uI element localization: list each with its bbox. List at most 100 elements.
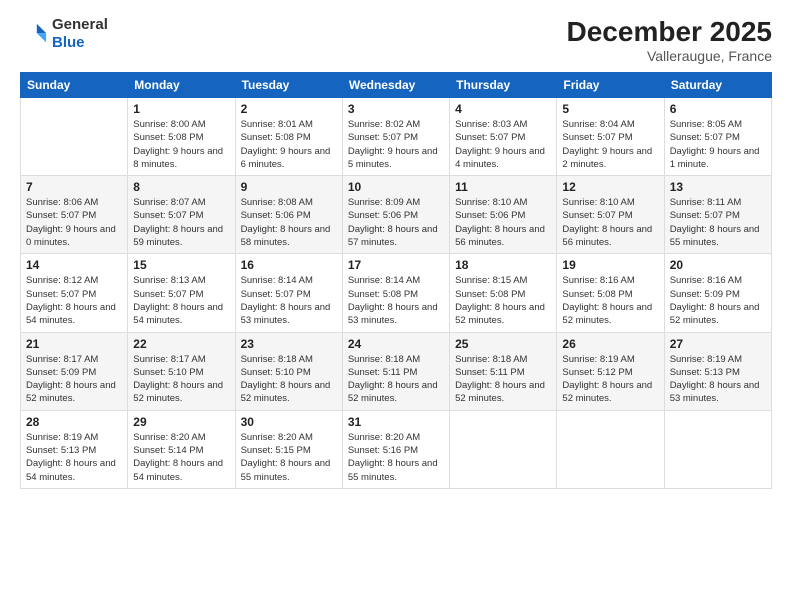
day-number: 28 [26,415,122,429]
day-number: 22 [133,337,229,351]
day-info: Sunrise: 8:18 AM Sunset: 5:11 PM Dayligh… [348,353,444,406]
weekday-header: Friday [557,73,664,98]
day-number: 23 [241,337,337,351]
day-number: 5 [562,102,658,116]
weekday-header: Sunday [21,73,128,98]
day-info: Sunrise: 8:17 AM Sunset: 5:09 PM Dayligh… [26,353,122,406]
calendar-cell: 11 Sunrise: 8:10 AM Sunset: 5:06 PM Dayli… [450,176,557,254]
page: General Blue December 2025 Valleraugue, … [0,0,792,612]
day-number: 29 [133,415,229,429]
day-number: 25 [455,337,551,351]
day-number: 17 [348,258,444,272]
calendar-week-row: 7 Sunrise: 8:06 AM Sunset: 5:07 PM Daylig… [21,176,772,254]
day-number: 15 [133,258,229,272]
day-number: 26 [562,337,658,351]
calendar-cell: 3 Sunrise: 8:02 AM Sunset: 5:07 PM Daylig… [342,98,449,176]
day-number: 4 [455,102,551,116]
calendar-cell: 30 Sunrise: 8:20 AM Sunset: 5:15 PM Dayli… [235,410,342,488]
calendar-cell: 10 Sunrise: 8:09 AM Sunset: 5:06 PM Dayli… [342,176,449,254]
calendar-cell: 24Sunrise: 8:18 AM Sunset: 5:11 PM Dayli… [342,332,449,410]
logo-icon [20,20,48,48]
header: General Blue December 2025 Valleraugue, … [20,16,772,64]
day-number: 10 [348,180,444,194]
day-info: Sunrise: 8:17 AM Sunset: 5:10 PM Dayligh… [133,353,229,406]
calendar-cell: 17Sunrise: 8:14 AM Sunset: 5:08 PM Dayli… [342,254,449,332]
day-number: 7 [26,180,122,194]
day-info: Sunrise: 8:20 AM Sunset: 5:14 PM Dayligh… [133,431,229,484]
calendar-cell: 26Sunrise: 8:19 AM Sunset: 5:12 PM Dayli… [557,332,664,410]
day-number: 20 [670,258,766,272]
calendar-week-row: 14 Sunrise: 8:12 AM Sunset: 5:07 PM Dayli… [21,254,772,332]
day-info: Sunrise: 8:11 AM Sunset: 5:07 PM Dayligh… [670,196,766,249]
day-number: 12 [562,180,658,194]
day-info: Sunrise: 8:18 AM Sunset: 5:10 PM Dayligh… [241,353,337,406]
day-info: Sunrise: 8:08 AM Sunset: 5:06 PM Dayligh… [241,196,337,249]
weekday-header: Wednesday [342,73,449,98]
day-info: Sunrise: 8:10 AM Sunset: 5:06 PM Dayligh… [455,196,551,249]
calendar-cell: 8Sunrise: 8:07 AM Sunset: 5:07 PM Daylig… [128,176,235,254]
weekday-header: Monday [128,73,235,98]
day-info: Sunrise: 8:20 AM Sunset: 5:15 PM Dayligh… [241,431,337,484]
day-info: Sunrise: 8:04 AM Sunset: 5:07 PM Dayligh… [562,118,658,171]
calendar-header-row: SundayMondayTuesdayWednesdayThursdayFrid… [21,73,772,98]
calendar-cell: 28 Sunrise: 8:19 AM Sunset: 5:13 PM Dayli… [21,410,128,488]
calendar-cell [450,410,557,488]
logo: General Blue [20,16,108,52]
calendar-cell [557,410,664,488]
day-number: 8 [133,180,229,194]
day-number: 13 [670,180,766,194]
calendar-cell: 20 Sunrise: 8:16 AM Sunset: 5:09 PM Dayli… [664,254,771,332]
day-number: 6 [670,102,766,116]
calendar-cell: 25 Sunrise: 8:18 AM Sunset: 5:11 PM Dayli… [450,332,557,410]
day-info: Sunrise: 8:00 AM Sunset: 5:08 PM Dayligh… [133,118,229,171]
day-number: 9 [241,180,337,194]
day-number: 11 [455,180,551,194]
calendar-cell: 5 Sunrise: 8:04 AM Sunset: 5:07 PM Daylig… [557,98,664,176]
day-info: Sunrise: 8:09 AM Sunset: 5:06 PM Dayligh… [348,196,444,249]
calendar-cell: 22 Sunrise: 8:17 AM Sunset: 5:10 PM Dayli… [128,332,235,410]
day-info: Sunrise: 8:10 AM Sunset: 5:07 PM Dayligh… [562,196,658,249]
calendar-cell: 29 Sunrise: 8:20 AM Sunset: 5:14 PM Dayli… [128,410,235,488]
day-info: Sunrise: 8:14 AM Sunset: 5:07 PM Dayligh… [241,274,337,327]
subtitle: Valleraugue, France [567,48,772,64]
day-number: 1 [133,102,229,116]
day-info: Sunrise: 8:18 AM Sunset: 5:11 PM Dayligh… [455,353,551,406]
calendar-cell: 12 Sunrise: 8:10 AM Sunset: 5:07 PM Dayli… [557,176,664,254]
calendar-cell: 7 Sunrise: 8:06 AM Sunset: 5:07 PM Daylig… [21,176,128,254]
calendar-week-row: 21Sunrise: 8:17 AM Sunset: 5:09 PM Dayli… [21,332,772,410]
day-info: Sunrise: 8:19 AM Sunset: 5:13 PM Dayligh… [670,353,766,406]
day-info: Sunrise: 8:19 AM Sunset: 5:13 PM Dayligh… [26,431,122,484]
day-number: 3 [348,102,444,116]
day-number: 16 [241,258,337,272]
day-number: 27 [670,337,766,351]
calendar-cell: 9 Sunrise: 8:08 AM Sunset: 5:06 PM Daylig… [235,176,342,254]
calendar-table: SundayMondayTuesdayWednesdayThursdayFrid… [20,72,772,489]
calendar-cell: 18Sunrise: 8:15 AM Sunset: 5:08 PM Dayli… [450,254,557,332]
day-info: Sunrise: 8:12 AM Sunset: 5:07 PM Dayligh… [26,274,122,327]
day-info: Sunrise: 8:01 AM Sunset: 5:08 PM Dayligh… [241,118,337,171]
weekday-header: Saturday [664,73,771,98]
calendar-cell: 27 Sunrise: 8:19 AM Sunset: 5:13 PM Dayli… [664,332,771,410]
calendar-cell: 16 Sunrise: 8:14 AM Sunset: 5:07 PM Dayli… [235,254,342,332]
day-number: 14 [26,258,122,272]
calendar-cell: 2 Sunrise: 8:01 AM Sunset: 5:08 PM Daylig… [235,98,342,176]
day-info: Sunrise: 8:13 AM Sunset: 5:07 PM Dayligh… [133,274,229,327]
calendar-week-row: 28 Sunrise: 8:19 AM Sunset: 5:13 PM Dayli… [21,410,772,488]
day-info: Sunrise: 8:06 AM Sunset: 5:07 PM Dayligh… [26,196,122,249]
calendar-cell: 19Sunrise: 8:16 AM Sunset: 5:08 PM Dayli… [557,254,664,332]
main-title: December 2025 [567,16,772,48]
day-info: Sunrise: 8:02 AM Sunset: 5:07 PM Dayligh… [348,118,444,171]
day-number: 31 [348,415,444,429]
day-info: Sunrise: 8:16 AM Sunset: 5:09 PM Dayligh… [670,274,766,327]
day-number: 19 [562,258,658,272]
calendar-cell [664,410,771,488]
day-number: 2 [241,102,337,116]
calendar-cell: 14 Sunrise: 8:12 AM Sunset: 5:07 PM Dayli… [21,254,128,332]
calendar-cell: 1 Sunrise: 8:00 AM Sunset: 5:08 PM Daylig… [128,98,235,176]
day-number: 30 [241,415,337,429]
logo-text: General Blue [52,16,108,52]
day-info: Sunrise: 8:20 AM Sunset: 5:16 PM Dayligh… [348,431,444,484]
day-info: Sunrise: 8:05 AM Sunset: 5:07 PM Dayligh… [670,118,766,171]
day-number: 18 [455,258,551,272]
weekday-header: Tuesday [235,73,342,98]
